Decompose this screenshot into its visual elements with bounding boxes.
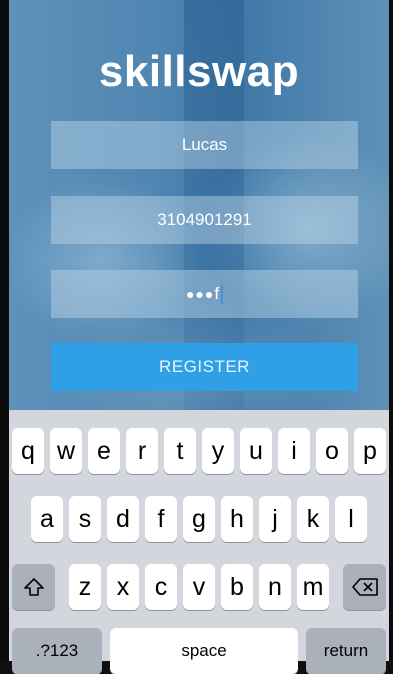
key-e[interactable]: e: [88, 428, 120, 474]
key-t[interactable]: t: [164, 428, 196, 474]
key-n[interactable]: n: [259, 564, 291, 610]
password-last-char: f: [214, 284, 220, 303]
backspace-icon: [351, 577, 379, 597]
left-frame-border: [0, 0, 9, 661]
key-x[interactable]: x: [107, 564, 139, 610]
key-r[interactable]: r: [126, 428, 158, 474]
key-p[interactable]: p: [354, 428, 386, 474]
return-key[interactable]: return: [306, 628, 386, 674]
app-logo: skillswap: [98, 47, 300, 96]
key-k[interactable]: k: [297, 496, 329, 542]
name-value: Lucas: [181, 135, 228, 154]
key-g[interactable]: g: [183, 496, 215, 542]
key-i[interactable]: i: [278, 428, 310, 474]
phone-field[interactable]: 3104901291: [51, 196, 358, 244]
password-mask: ●●●: [185, 286, 215, 302]
key-u[interactable]: u: [240, 428, 272, 474]
register-button[interactable]: REGISTER: [51, 343, 358, 391]
password-field[interactable]: ●●● f: [51, 270, 358, 318]
key-w[interactable]: w: [50, 428, 82, 474]
right-frame-border: [389, 0, 393, 661]
text-cursor: [221, 284, 224, 304]
backspace-key[interactable]: [343, 564, 386, 610]
key-j[interactable]: j: [259, 496, 291, 542]
key-q[interactable]: q: [12, 428, 44, 474]
phone-value: 3104901291: [157, 210, 252, 229]
key-b[interactable]: b: [221, 564, 253, 610]
key-o[interactable]: o: [316, 428, 348, 474]
key-d[interactable]: d: [107, 496, 139, 542]
key-z[interactable]: z: [69, 564, 101, 610]
key-h[interactable]: h: [221, 496, 253, 542]
shift-icon: [23, 576, 45, 598]
key-s[interactable]: s: [69, 496, 101, 542]
shift-key[interactable]: [12, 564, 55, 610]
name-field[interactable]: Lucas: [51, 121, 358, 169]
key-v[interactable]: v: [183, 564, 215, 610]
key-y[interactable]: y: [202, 428, 234, 474]
key-a[interactable]: a: [31, 496, 63, 542]
numbers-key[interactable]: .?123: [12, 628, 102, 674]
space-key[interactable]: space: [110, 628, 298, 674]
registration-screen: skillswap Lucas 3104901291 ●●● f REGISTE…: [9, 0, 389, 410]
key-l[interactable]: l: [335, 496, 367, 542]
key-f[interactable]: f: [145, 496, 177, 542]
key-m[interactable]: m: [297, 564, 329, 610]
key-c[interactable]: c: [145, 564, 177, 610]
onscreen-keyboard: q w e r t y u i o p a s d f g h j k l z …: [9, 410, 389, 674]
